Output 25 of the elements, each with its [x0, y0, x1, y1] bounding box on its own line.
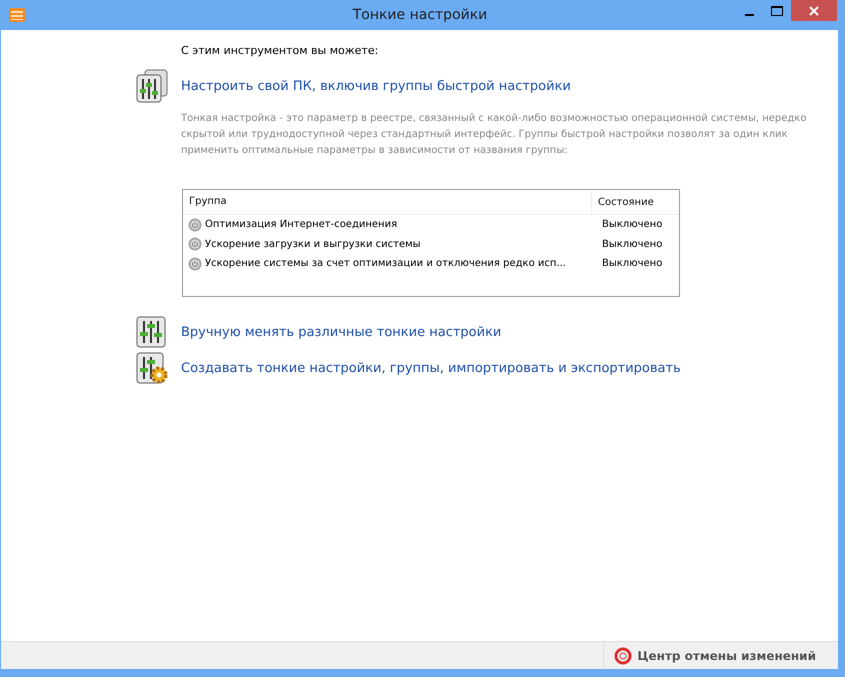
state-cell-text: Выключено [601, 238, 662, 250]
app-icon [9, 8, 25, 22]
close-icon [809, 6, 819, 16]
sliders-gear-icon [135, 351, 169, 385]
column-header[interactable]: Состояние [592, 196, 654, 208]
power-icon [188, 218, 202, 232]
close-button[interactable] [791, 0, 837, 21]
task-link[interactable]: Создавать тонкие настройки, группы, импортировать и экспортировать [181, 360, 681, 376]
quick-setup-link[interactable]: Настроить свой ПК, включив группы быстрой настройки [181, 78, 571, 94]
group-cell[interactable]: Оптимизация Интернет-соединения [205, 219, 598, 230]
column-header[interactable]: Группа [183, 190, 592, 214]
maximize-icon [771, 6, 783, 16]
window-title: Тонкие настройки [352, 7, 488, 23]
power-icon [188, 237, 202, 252]
task-link[interactable]: Вручную менять различные тонкие настройки [181, 324, 502, 340]
description-text: Тонкая настройка - это параметр в реестре, связанный с какой-либо возможностью операционной системы, нередко скрытой или труднодоступной через стандартный интерфейс. Группы быстрой настройки позволят за один клик применить оптимальные параметры в зависимости от названия группы: [181, 112, 808, 158]
group-cell[interactable]: Ускорение системы за счет оптимизации и отключения редко исп... [205, 258, 598, 270]
group-cell[interactable]: Ускорение загрузки и выгрузки системы [205, 238, 598, 250]
power-icon [188, 256, 202, 271]
state-cell-text: Выключено [601, 219, 662, 230]
minimize-icon [744, 14, 754, 16]
sliders-icon [135, 69, 169, 103]
lifebuoy-icon [614, 646, 632, 664]
intro-text: С этим инструментом вы можете: [181, 44, 380, 57]
state-cell-text: Выключено [601, 258, 662, 270]
